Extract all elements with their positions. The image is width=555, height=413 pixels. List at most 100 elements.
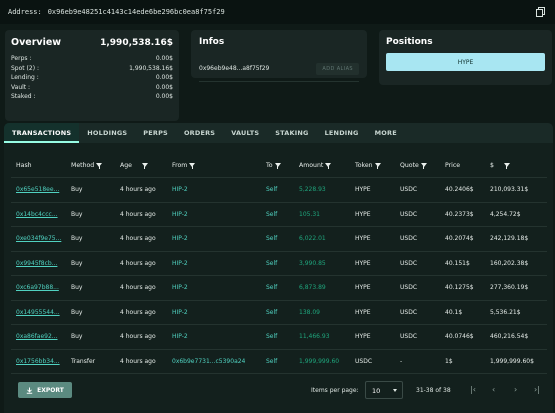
column-header-usd[interactable]: $ bbox=[490, 162, 547, 169]
cell-price: 40.2074$ bbox=[445, 235, 474, 243]
cell-hash[interactable]: 0xc6a97b88... bbox=[11, 284, 71, 291]
overview-row-value: 0.00$ bbox=[155, 93, 173, 100]
column-header-label: Method bbox=[71, 161, 95, 169]
cell-hash[interactable]: 0xa86fae92... bbox=[11, 333, 71, 340]
tab-holdings[interactable]: HOLDINGS bbox=[79, 123, 135, 143]
transactions-table: Hash Method Age From To Amount Token Quote Price… bbox=[11, 153, 547, 374]
filter-icon[interactable] bbox=[374, 163, 381, 169]
overview-row-value: 0.00$ bbox=[155, 83, 173, 91]
export-button[interactable]: EXPORT bbox=[18, 382, 72, 398]
filter-icon[interactable] bbox=[141, 163, 148, 169]
column-header-label: To bbox=[266, 161, 273, 169]
filter-icon[interactable] bbox=[325, 163, 332, 169]
cell-to[interactable]: Self bbox=[266, 211, 299, 218]
cell-price: 40.2406$ bbox=[445, 186, 474, 194]
cell-from[interactable]: HIP-2 bbox=[172, 260, 266, 267]
cell-method: Buy bbox=[71, 259, 83, 267]
cell-age: 4 hours ago bbox=[120, 333, 156, 341]
previous-page-icon[interactable]: ‹ bbox=[492, 385, 495, 394]
filter-icon[interactable] bbox=[503, 163, 510, 169]
cell-to[interactable]: Self bbox=[266, 284, 299, 291]
cell-age: 4 hours ago bbox=[120, 186, 156, 194]
table-row: 0x14bc4ccc... Buy 4 hours ago HIP-2 Self 105.… bbox=[11, 203, 547, 227]
cell-hash[interactable]: 0x1756bb34... bbox=[11, 358, 71, 365]
cell-hash[interactable]: 0x9945f8cb... bbox=[11, 260, 71, 267]
overview-total: 1,990,538.16$ bbox=[100, 38, 173, 48]
table-row: 0xc6a97b88... Buy 4 hours ago HIP-2 Self 6,87… bbox=[11, 276, 547, 301]
cell-to[interactable]: Self bbox=[266, 333, 299, 340]
cell-from[interactable]: HIP-2 bbox=[172, 333, 266, 340]
table-row: 0x65e518ee... Buy 4 hours ago HIP-2 Self 5,22… bbox=[11, 178, 547, 203]
cell-token: HYPE bbox=[355, 210, 371, 218]
cell-to[interactable]: Self bbox=[266, 309, 299, 316]
table-row: 0x9945f8cb... Buy 4 hours ago HIP-2 Self 3,99… bbox=[11, 252, 547, 276]
cell-hash[interactable]: 0xe034f9e75... bbox=[11, 235, 71, 242]
cell-to[interactable]: Self bbox=[266, 186, 299, 193]
overview-row-value: 0.00$ bbox=[155, 55, 173, 62]
items-per-page-label: Items per page: bbox=[311, 387, 359, 394]
cell-hash[interactable]: 0x14bc4ccc... bbox=[11, 211, 71, 218]
overview-title: Overview bbox=[11, 37, 62, 48]
tab-transactions[interactable]: TRANSACTIONS bbox=[4, 123, 80, 143]
cell-price: 40.151$ bbox=[445, 259, 470, 267]
cell-hash[interactable]: 0x14955544... bbox=[11, 309, 71, 316]
tab-vaults[interactable]: VAULTS bbox=[223, 123, 267, 143]
cell-amount: 3,990.85 bbox=[299, 259, 326, 267]
column-header-method[interactable]: Method bbox=[71, 162, 120, 169]
cell-usd: 1,999,999.60$ bbox=[490, 357, 534, 365]
tab-perps[interactable]: PERPS bbox=[135, 123, 176, 143]
column-header-quote[interactable]: Quote bbox=[400, 162, 445, 169]
cell-from[interactable]: HIP-2 bbox=[172, 309, 266, 316]
tab-more[interactable]: MORE bbox=[367, 123, 405, 143]
cell-to[interactable]: Self bbox=[266, 358, 299, 365]
cell-hash[interactable]: 0x65e518ee... bbox=[11, 186, 71, 193]
column-header-label: From bbox=[172, 161, 188, 169]
overview-row: Lending : 0.00$ bbox=[11, 73, 173, 83]
cell-from[interactable]: HIP-2 bbox=[172, 211, 266, 218]
cell-amount: 11,466.93 bbox=[299, 333, 330, 341]
overview-row-label: Staked : bbox=[11, 93, 36, 100]
tab-staking[interactable]: STAKING bbox=[267, 123, 316, 143]
column-header-label: Amount bbox=[299, 161, 324, 169]
column-header-to[interactable]: To bbox=[266, 162, 299, 169]
column-header-amount[interactable]: Amount bbox=[299, 162, 355, 169]
next-page-icon[interactable]: › bbox=[514, 385, 517, 394]
cell-to[interactable]: Self bbox=[266, 260, 299, 267]
add-alias-button[interactable]: ADD ALIAS bbox=[316, 62, 359, 75]
filter-icon[interactable] bbox=[274, 163, 281, 169]
column-header-price[interactable]: Price bbox=[445, 162, 490, 169]
address-label: Address: bbox=[8, 8, 42, 16]
column-header-token[interactable]: Token bbox=[355, 162, 400, 169]
items-per-page-select[interactable]: 10 bbox=[365, 381, 403, 399]
last-page-icon[interactable]: ›| bbox=[534, 385, 540, 394]
cell-age: 4 hours ago bbox=[120, 210, 156, 218]
cell-usd: 460,216.54$ bbox=[490, 333, 529, 341]
position-pill-hype[interactable]: HYPE bbox=[386, 53, 545, 71]
filter-icon[interactable] bbox=[420, 163, 427, 169]
first-page-icon[interactable]: |‹ bbox=[470, 385, 476, 394]
cell-token: HYPE bbox=[355, 259, 371, 267]
filter-icon[interactable] bbox=[189, 163, 196, 169]
copy-icon[interactable] bbox=[536, 7, 545, 17]
address-value: 0x96eb9e48251c4143c14ede6be296bc0ea8f75f… bbox=[47, 8, 225, 16]
column-header-label: Token bbox=[355, 161, 373, 169]
cell-to[interactable]: Self bbox=[266, 235, 299, 242]
table-row: 0xa86fae92... Buy 4 hours ago HIP-2 Self 11,4… bbox=[11, 325, 547, 350]
cell-from[interactable]: HIP-2 bbox=[172, 235, 266, 242]
column-header-age[interactable]: Age bbox=[120, 162, 172, 169]
column-header-label: Hash bbox=[16, 161, 32, 169]
infos-title: Infos bbox=[199, 37, 225, 47]
table-row: 0xe034f9e75... Buy 4 hours ago HIP-2 Self 6,0… bbox=[11, 227, 547, 252]
tab-orders[interactable]: ORDERS bbox=[176, 123, 223, 143]
column-header-from[interactable]: From bbox=[172, 162, 266, 169]
cell-amount: 1,999,999.60 bbox=[299, 357, 340, 365]
cell-method: Transfer bbox=[71, 357, 96, 365]
column-header-hash[interactable]: Hash bbox=[11, 162, 71, 169]
cell-from[interactable]: HIP-2 bbox=[172, 186, 266, 193]
cell-from[interactable]: 0x6b9e7731...c5390a24 bbox=[172, 358, 266, 365]
tab-lending[interactable]: LENDING bbox=[317, 123, 367, 143]
cell-usd: 242,129.18$ bbox=[490, 235, 529, 243]
cell-from[interactable]: HIP-2 bbox=[172, 284, 266, 291]
column-header-label: Quote bbox=[400, 161, 419, 169]
filter-icon[interactable] bbox=[96, 163, 103, 169]
